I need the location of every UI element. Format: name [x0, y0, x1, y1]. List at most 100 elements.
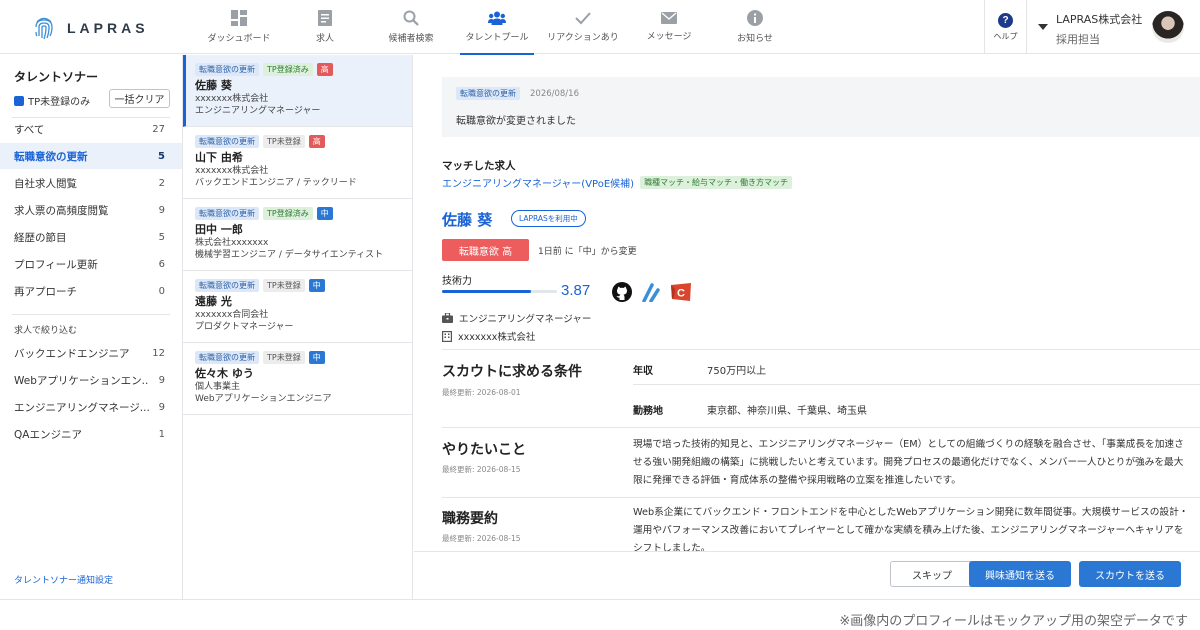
candidate-card[interactable]: 転職意欲の更新 TP登録済み 中 田中 一郎 株式会社xxxxxxx 機械学習エ… [183, 199, 412, 271]
building-icon [442, 330, 452, 342]
nav-notifications[interactable]: お知らせ [712, 0, 798, 54]
lapras-logo[interactable]: LAPRAS [33, 16, 149, 40]
sidebar-job-em[interactable]: エンジニアリングマネージ... 9 [0, 394, 182, 420]
sidebar-job-webapp[interactable]: Webアプリケーションエン... 9 [0, 367, 182, 393]
atcoder-icon[interactable] [642, 282, 660, 302]
candidate-card[interactable]: 転職意欲の更新 TP未登録 高 山下 由希 xxxxxxx株式会社 バックエンド… [183, 127, 412, 199]
candidate-card[interactable]: 転職意欲の更新 TP未登録 中 佐々木 ゆう 個人事業主 Webアプリケーション… [183, 343, 412, 415]
sidebar-job-qa[interactable]: QAエンジニア 1 [0, 421, 182, 447]
sonar-settings-link[interactable]: タレントソナー通知設定 [14, 573, 113, 586]
candidate-role: エンジニアリングマネージャー [195, 106, 321, 116]
chevron-down-icon [1038, 24, 1048, 30]
sidebar-item-frequent-view[interactable]: 求人票の高頻度閲覧 9 [0, 197, 182, 223]
candidate-card[interactable]: 転職意欲の更新 TP未登録 中 遠藤 光 xxxxxxx合同会社 プロダクトマネ… [183, 271, 412, 343]
intent-level-badge: 転職意欲 高 [442, 239, 529, 261]
candidate-card[interactable]: 転職意欲の更新 TP登録済み 高 佐藤 葵 xxxxxxx株式会社 エンジニアリ… [183, 55, 412, 127]
candidate-name-heading[interactable]: 佐藤 葵 [442, 209, 492, 230]
nav-label: メッセージ [646, 32, 692, 42]
logo-text: LAPRAS [67, 20, 149, 36]
candidate-role: Webアプリケーションエンジニア [195, 394, 332, 404]
search-icon [403, 10, 419, 26]
salary-label: 年収 [633, 366, 653, 377]
current-company-row: xxxxxxx株式会社 [442, 329, 535, 343]
tp-unregistered-filter[interactable]: TP未登録のみ [14, 93, 90, 108]
sidebar-job-backend[interactable]: バックエンドエンジニア 12 [0, 340, 182, 366]
notice-text: 転職意欲が変更されました [456, 116, 576, 127]
scout-conditions-heading: スカウトに求める条件 [442, 364, 582, 380]
nav-candidate-search[interactable]: 候補者検索 [368, 0, 454, 54]
sidebar-item-career-milestone[interactable]: 経歴の節目 5 [0, 224, 182, 250]
clear-all-button[interactable]: 一括クリア [109, 89, 170, 108]
sidebar-item-label: 経歴の節目 [14, 231, 67, 244]
job-filter-heading: 求人で絞り込む [14, 326, 78, 336]
intent-level-tag: 中 [308, 279, 325, 292]
svg-text:C: C [677, 288, 685, 300]
checkbox-checked-icon[interactable] [14, 95, 24, 106]
matched-job-link[interactable]: エンジニアリングマネージャー(VPoE候補) [442, 175, 634, 190]
sidebar-item-profile-update[interactable]: プロフィール更新 6 [0, 251, 182, 277]
candidate-name: 山下 由希 [195, 151, 243, 164]
nav-jobs[interactable]: 求人 [282, 0, 368, 54]
codeforces-icon[interactable]: C [670, 282, 692, 302]
skip-button[interactable]: スキップ [890, 561, 974, 587]
avatar[interactable] [1152, 11, 1184, 43]
sidebar-item-label: 転職意欲の更新 [14, 150, 88, 163]
lapras-user-badge: LAPRASを利用中 [511, 210, 586, 227]
sidebar-item-job-view[interactable]: 自社求人閲覧 2 [0, 170, 182, 196]
divider [0, 599, 1200, 600]
github-icon[interactable] [612, 282, 632, 302]
dashboard-icon [231, 10, 247, 26]
sidebar-item-count: 12 [152, 347, 165, 359]
skill-score: 3.87 [561, 282, 591, 299]
salary-value: 750万円以上 [707, 366, 767, 377]
nav-messages[interactable]: メッセージ [626, 0, 712, 54]
location-label: 勤務地 [633, 406, 663, 417]
candidate-name: 佐々木 ゆう [195, 367, 254, 380]
intent-level-tag: 中 [316, 207, 333, 220]
send-interest-button[interactable]: 興味通知を送る [969, 561, 1071, 587]
nav-reactions[interactable]: リアクションあり [540, 0, 626, 54]
mock-data-footnote: ※画像内のプロフィールはモックアップ用の架空データです [839, 614, 1188, 629]
talent-sonar-sidebar: タレントソナー TP未登録のみ 一括クリア すべて 27 転職意欲の更新 5 自… [0, 55, 183, 599]
check-icon [575, 12, 591, 25]
sidebar-item-reapproach[interactable]: 再アプローチ 0 [0, 278, 182, 304]
main-nav: ダッシュボード 求人 候補者検索 タレントプール リアクションあり メッセージ … [196, 0, 798, 55]
candidate-detail: 転職意欲の更新 2026/08/16 転職意欲が変更されました マッチした求人 … [414, 55, 1200, 599]
candidate-company: xxxxxxx株式会社 [195, 166, 269, 176]
send-scout-button[interactable]: スカウトを送る [1079, 561, 1181, 587]
sidebar-item-label: QAエンジニア [14, 428, 82, 441]
summary-heading: 職務要約 [442, 511, 498, 527]
briefcase-icon [442, 313, 453, 323]
sidebar-item-label: プロフィール更新 [14, 258, 98, 271]
tp-status-tag: TP登録済み [263, 207, 313, 220]
help-button[interactable]: ? ヘルプ [984, 0, 1027, 54]
tp-status-tag: TP未登録 [263, 135, 305, 148]
sidebar-item-count: 27 [152, 123, 165, 135]
want-heading: やりたいこと [442, 442, 526, 458]
candidate-list: 転職意欲の更新 TP登録済み 高 佐藤 葵 xxxxxxx株式会社 エンジニアリ… [183, 55, 413, 599]
intent-change-notice: 転職意欲の更新 2026/08/16 転職意欲が変更されました [442, 77, 1200, 137]
account-menu[interactable]: LAPRAS株式会社 採用担当 [1038, 11, 1142, 47]
nav-talent-pool[interactable]: タレントプール [454, 0, 540, 55]
intent-update-tag: 転職意欲の更新 [195, 63, 259, 76]
divider [442, 427, 1200, 428]
sidebar-item-count: 1 [158, 428, 165, 440]
skill-bar [442, 290, 557, 293]
sidebar-item-intent-update[interactable]: 転職意欲の更新 5 [0, 143, 182, 169]
fingerprint-icon [35, 17, 53, 40]
sidebar-item-label: 自社求人閲覧 [14, 177, 77, 190]
intent-update-tag: 転職意欲の更新 [195, 351, 259, 364]
intent-update-tag: 転職意欲の更新 [195, 207, 259, 220]
action-bar: スキップ 興味通知を送る スカウトを送る [414, 551, 1200, 599]
sidebar-item-all[interactable]: すべて 27 [0, 116, 182, 142]
candidate-role: 機械学習エンジニア / データサイエンティスト [195, 250, 384, 260]
candidate-name: 遠藤 光 [195, 295, 232, 308]
notice-date: 2026/08/16 [530, 88, 579, 99]
divider [633, 384, 1200, 385]
intent-level-tag: 高 [308, 135, 325, 148]
notice-tag: 転職意欲の更新 [456, 87, 520, 100]
intent-update-tag: 転職意欲の更新 [195, 279, 259, 292]
nav-dashboard[interactable]: ダッシュボード [196, 0, 282, 54]
account-role: 採用担当 [1056, 33, 1100, 46]
candidate-role: プロダクトマネージャー [195, 322, 294, 332]
